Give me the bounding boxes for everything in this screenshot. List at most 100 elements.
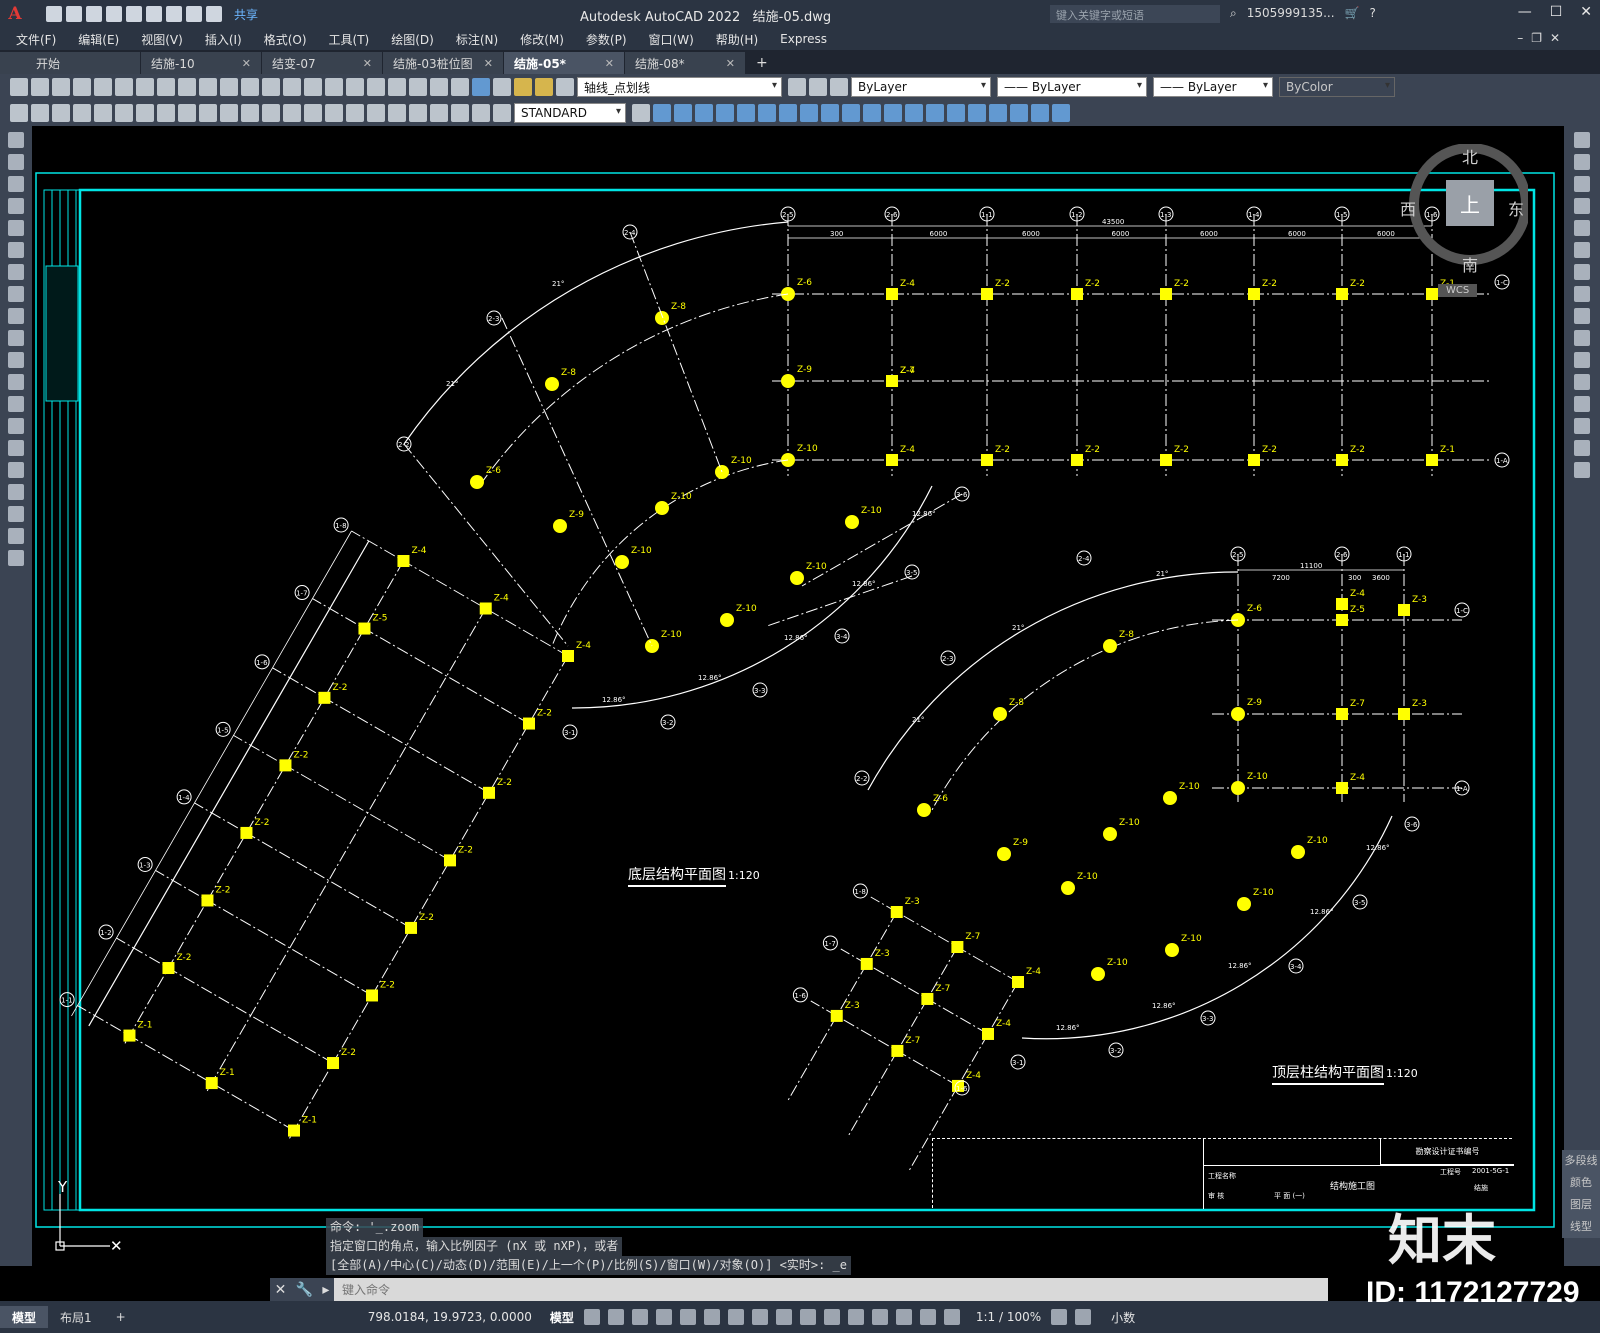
layer-lock-icon[interactable]	[556, 78, 574, 96]
pen-icon[interactable]	[31, 104, 49, 122]
viewcube-top-face[interactable]: 上	[1446, 180, 1494, 226]
ellipse-arc-icon[interactable]	[8, 352, 24, 368]
save-icon[interactable]	[86, 6, 102, 22]
add-layout-button[interactable]: +	[104, 1306, 138, 1328]
chamfer-icon[interactable]	[1574, 418, 1590, 434]
menu-express[interactable]: Express	[780, 32, 827, 46]
dim-arc-icon[interactable]	[115, 104, 133, 122]
polyline-icon[interactable]	[8, 176, 24, 192]
rectangle-icon[interactable]	[8, 220, 24, 236]
subtract-icon[interactable]	[905, 104, 923, 122]
gizmo-icon[interactable]	[895, 1309, 912, 1325]
annotation-visibility-icon[interactable]	[919, 1309, 936, 1325]
hatch-icon[interactable]	[8, 440, 24, 456]
dim-ordinate-icon[interactable]	[136, 104, 154, 122]
close-icon[interactable]: ✕	[1580, 4, 1592, 20]
recent-commands-icon[interactable]: ▸	[322, 1282, 329, 1298]
box-icon[interactable]	[653, 104, 671, 122]
array-icon[interactable]	[1574, 220, 1590, 236]
workspace-gear-icon[interactable]	[1051, 1309, 1068, 1325]
rotate-icon[interactable]	[1574, 264, 1590, 280]
tolerance-icon[interactable]	[346, 104, 364, 122]
menu-draw[interactable]: 绘图(D)	[391, 31, 434, 48]
add-selected-icon[interactable]	[8, 550, 24, 566]
snap-icon[interactable]	[607, 1309, 624, 1325]
lineweight-icon[interactable]	[751, 1309, 768, 1325]
customize-icon[interactable]: 🔧	[296, 1282, 313, 1298]
search-input[interactable]: 键入关键字或短语	[1050, 5, 1220, 23]
properties-icon[interactable]	[346, 78, 364, 96]
preview-icon[interactable]	[94, 78, 112, 96]
point-icon[interactable]	[8, 418, 24, 434]
prop-type[interactable]: 多段线	[1562, 1150, 1600, 1172]
sweep-icon[interactable]	[842, 104, 860, 122]
torus-icon[interactable]	[737, 104, 755, 122]
tab-model[interactable]: 模型	[0, 1306, 49, 1328]
selection-cycling-icon[interactable]	[799, 1309, 816, 1325]
lineweight-dropdown[interactable]: —— ByLayer	[1153, 77, 1273, 97]
match-icon[interactable]	[10, 104, 28, 122]
new-tab-button[interactable]: +	[746, 55, 778, 74]
make-block-icon[interactable]	[8, 396, 24, 412]
dim-style-icon[interactable]	[493, 104, 511, 122]
dim-aligned-icon[interactable]	[94, 104, 112, 122]
arc-icon[interactable]	[8, 242, 24, 258]
dim-angular-icon[interactable]	[220, 104, 238, 122]
jogged-linear-icon[interactable]	[409, 104, 427, 122]
revcloud-icon[interactable]	[8, 286, 24, 302]
cut-icon[interactable]	[136, 78, 154, 96]
cylinder-icon[interactable]	[674, 104, 692, 122]
plus-icon[interactable]	[1075, 1309, 1092, 1325]
tab-jieshi-10[interactable]: 结施-10 ✕	[141, 52, 261, 74]
copy-icon[interactable]	[157, 78, 175, 96]
search-icon[interactable]: ⌕	[1230, 6, 1237, 21]
break-icon[interactable]	[1574, 374, 1590, 390]
offset-icon[interactable]	[1574, 198, 1590, 214]
units-display[interactable]: 小数	[1111, 1309, 1135, 1326]
save-as-icon[interactable]	[106, 6, 122, 22]
trim-icon[interactable]	[1574, 330, 1590, 346]
calculator-icon[interactable]	[451, 78, 469, 96]
redo-icon[interactable]	[206, 6, 222, 22]
make-current-icon[interactable]	[788, 78, 806, 96]
zoom-previous-icon[interactable]	[325, 78, 343, 96]
tab-jieshi-03[interactable]: 结施-03桩位图 ✕	[383, 52, 503, 74]
user-name[interactable]: 1505999135...	[1247, 6, 1335, 21]
design-center-icon[interactable]	[367, 78, 385, 96]
doc-window-controls[interactable]: –❐✕	[1517, 31, 1568, 45]
3d-move-icon[interactable]	[989, 104, 1007, 122]
3d-array-icon[interactable]	[1052, 104, 1070, 122]
close-icon[interactable]: ✕	[726, 57, 735, 70]
save-web-icon[interactable]	[146, 6, 162, 22]
coordinate-readout[interactable]: 798.0184, 19.9723, 0.0000	[368, 1310, 532, 1324]
undo-icon[interactable]	[186, 6, 202, 22]
gradient-icon[interactable]	[8, 462, 24, 478]
grid-icon[interactable]	[583, 1309, 600, 1325]
open-web-icon[interactable]	[126, 6, 142, 22]
compass-south[interactable]: 南	[1462, 252, 1478, 276]
wedge-icon[interactable]	[758, 104, 776, 122]
dim-jogged-icon[interactable]	[178, 104, 196, 122]
close-icon[interactable]: ✕	[605, 57, 614, 70]
tab-jiebian-07[interactable]: 结变-07 ✕	[262, 52, 382, 74]
plot-icon[interactable]	[73, 78, 91, 96]
section-icon[interactable]	[968, 104, 986, 122]
dim-continue-icon[interactable]	[283, 104, 301, 122]
stretch-icon[interactable]	[1574, 308, 1590, 324]
menu-window[interactable]: 窗口(W)	[649, 31, 694, 48]
layer-previous-icon[interactable]	[809, 78, 827, 96]
dynamic-ucs-icon[interactable]	[847, 1309, 864, 1325]
sheet-set-icon[interactable]	[409, 78, 427, 96]
cone-icon[interactable]	[695, 104, 713, 122]
new-icon[interactable]	[46, 6, 62, 22]
move-icon[interactable]	[1574, 242, 1590, 258]
undo-icon[interactable]	[220, 78, 238, 96]
fillet-icon[interactable]	[1574, 440, 1590, 456]
explode-icon[interactable]	[1574, 462, 1590, 478]
help-icon[interactable]	[472, 78, 490, 96]
match-prop-icon[interactable]	[199, 78, 217, 96]
circle-icon[interactable]	[8, 264, 24, 280]
zoom-window-icon[interactable]	[304, 78, 322, 96]
menu-dimension[interactable]: 标注(N)	[456, 31, 498, 48]
command-input[interactable]	[334, 1279, 1314, 1301]
